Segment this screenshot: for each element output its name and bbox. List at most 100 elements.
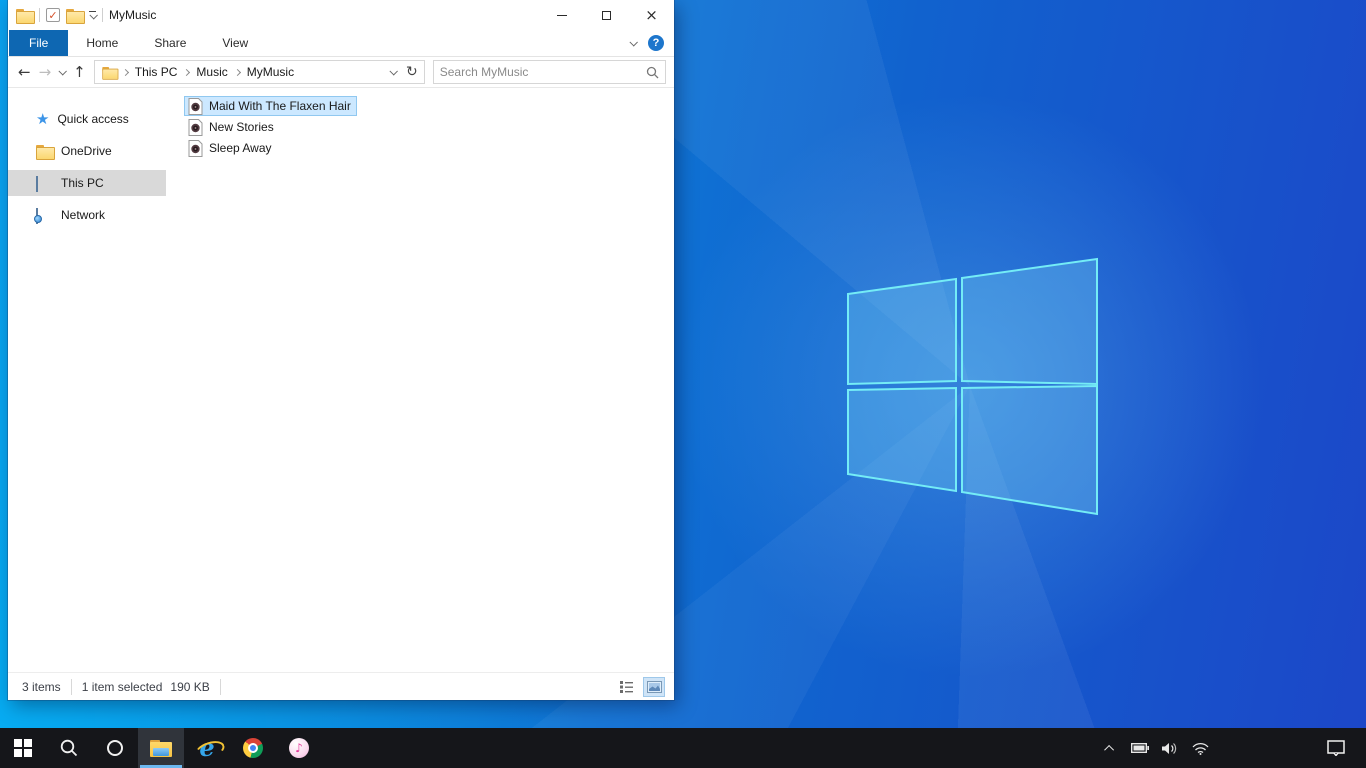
tab-view[interactable]: View <box>204 30 266 56</box>
selection-size: 190 KB <box>170 679 210 694</box>
sidebar-item-quick-access[interactable]: ★ Quick access <box>8 106 166 132</box>
chevron-up-icon <box>1103 744 1114 755</box>
new-folder-icon[interactable] <box>66 8 85 24</box>
itunes-icon: ♪ <box>289 738 309 758</box>
internet-explorer-icon: e <box>199 733 215 762</box>
address-folder-icon <box>102 66 119 80</box>
onedrive-folder-icon <box>36 144 55 160</box>
expand-ribbon-icon[interactable] <box>629 38 638 47</box>
taskbar-file-explorer-button[interactable] <box>138 728 184 768</box>
sidebar-item-label: OneDrive <box>61 144 112 158</box>
details-view-icon <box>619 680 633 693</box>
sidebar-item-this-pc[interactable]: This PC <box>8 170 166 196</box>
tab-share[interactable]: Share <box>136 30 204 56</box>
customize-quick-access-icon[interactable] <box>88 10 98 20</box>
breadcrumb-this-pc[interactable]: This PC <box>133 65 180 79</box>
navigation-bar: ← → ↑ This PC Music MyMusic ↻ <box>8 57 674 88</box>
refresh-icon[interactable]: ↻ <box>406 65 418 79</box>
search-icon[interactable] <box>646 66 659 79</box>
separator <box>39 8 40 22</box>
maximize-icon <box>602 10 611 20</box>
separator <box>219 678 221 695</box>
forward-button[interactable]: → <box>39 64 52 80</box>
cortana-button[interactable] <box>92 728 138 768</box>
explorer-content: ★ Quick access OneDrive This PC Network <box>8 88 674 672</box>
ribbon-right-controls: ? <box>629 30 674 56</box>
separator <box>70 678 72 695</box>
action-center-button[interactable] <box>1324 728 1348 768</box>
quick-access-toolbar: ✓ <box>8 8 103 24</box>
system-tray <box>1098 728 1366 768</box>
volume-indicator[interactable] <box>1158 728 1182 768</box>
sidebar-item-label: Quick access <box>57 112 129 126</box>
breadcrumb-chevron-icon[interactable] <box>121 68 129 76</box>
taskbar-chrome-button[interactable] <box>230 728 276 768</box>
audio-file-icon <box>188 139 203 157</box>
back-button[interactable]: ← <box>18 64 31 80</box>
breadcrumb-chevron-icon[interactable] <box>183 68 191 76</box>
details-view-button[interactable] <box>616 678 636 696</box>
file-explorer-icon <box>150 739 172 757</box>
selection-count: 1 item selected <box>81 679 163 694</box>
close-icon: × <box>645 5 658 24</box>
wifi-icon <box>1192 742 1208 755</box>
sidebar-item-label: This PC <box>61 176 104 190</box>
tab-file[interactable]: File <box>9 30 69 56</box>
properties-icon[interactable]: ✓ <box>46 8 60 22</box>
large-icons-view-icon <box>646 680 662 693</box>
start-button[interactable] <box>0 728 46 768</box>
address-bar[interactable]: This PC Music MyMusic ↻ <box>93 60 425 84</box>
window-controls: × <box>539 0 674 30</box>
wifi-indicator[interactable] <box>1188 728 1212 768</box>
title-bar[interactable]: ✓ MyMusic × <box>8 0 674 30</box>
cortana-icon <box>107 740 123 756</box>
item-count: 3 items <box>22 679 61 694</box>
sidebar-item-network[interactable]: Network <box>8 202 166 228</box>
up-button[interactable]: ↑ <box>73 64 86 80</box>
quick-access-star-icon: ★ <box>36 110 50 128</box>
minimize-button[interactable] <box>539 0 584 30</box>
audio-file-icon <box>188 118 203 136</box>
action-center-icon <box>1327 740 1345 756</box>
search-input[interactable] <box>439 65 646 79</box>
window-folder-icon <box>16 8 35 24</box>
taskbar-itunes-button[interactable]: ♪ <box>276 728 322 768</box>
taskbar: e ♪ <box>0 728 1366 768</box>
file-name: Maid With The Flaxen Hair <box>209 99 351 113</box>
breadcrumb-mymusic[interactable]: MyMusic <box>245 65 296 79</box>
address-dropdown-icon[interactable] <box>389 67 398 76</box>
minimize-icon <box>556 14 567 16</box>
ribbon-tab-bar: File Home Share View ? <box>8 30 674 57</box>
search-box[interactable] <box>432 60 666 84</box>
tab-home[interactable]: Home <box>68 30 136 56</box>
search-icon <box>60 739 78 757</box>
chrome-icon <box>243 738 263 758</box>
file-row-maid-with-the-flaxen-hair[interactable]: Maid With The Flaxen Hair <box>184 96 357 116</box>
status-bar: 3 items 1 item selected 190 KB <box>8 672 674 700</box>
volume-icon <box>1161 742 1176 754</box>
breadcrumb-chevron-icon[interactable] <box>233 68 241 76</box>
close-button[interactable]: × <box>629 0 674 30</box>
separator <box>102 8 103 22</box>
audio-file-icon <box>188 97 203 115</box>
hidden-icons-button[interactable] <box>1098 728 1122 768</box>
file-row-sleep-away[interactable]: Sleep Away <box>184 138 278 158</box>
file-list: Maid With The Flaxen Hair New Stories Sl… <box>166 88 674 672</box>
help-icon[interactable]: ? <box>648 35 664 51</box>
maximize-button[interactable] <box>584 0 629 30</box>
recent-locations-chevron-icon[interactable] <box>58 67 68 76</box>
file-row-new-stories[interactable]: New Stories <box>184 117 280 137</box>
file-name: New Stories <box>209 120 274 134</box>
computer-monitor-icon <box>36 175 53 192</box>
taskbar-search-button[interactable] <box>46 728 92 768</box>
breadcrumb-music[interactable]: Music <box>194 65 229 79</box>
window-title: MyMusic <box>109 8 157 22</box>
sidebar-item-onedrive[interactable]: OneDrive <box>8 138 166 164</box>
taskbar-internet-explorer-button[interactable]: e <box>184 728 230 768</box>
battery-indicator[interactable] <box>1128 728 1152 768</box>
sidebar-item-label: Network <box>61 208 106 222</box>
windows-start-icon <box>14 739 32 757</box>
file-name: Sleep Away <box>209 141 272 155</box>
navigation-pane: ★ Quick access OneDrive This PC Network <box>8 88 166 672</box>
large-icons-view-button[interactable] <box>643 676 665 697</box>
